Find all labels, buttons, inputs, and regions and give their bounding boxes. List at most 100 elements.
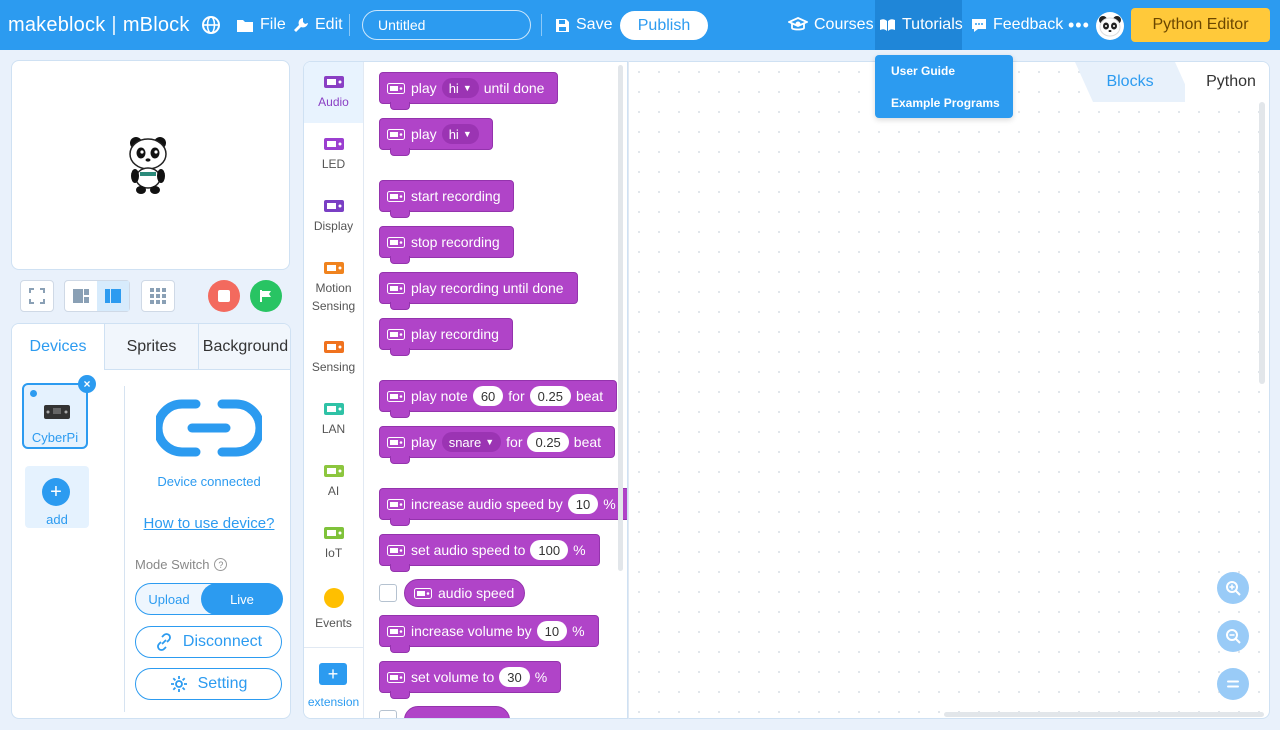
fullscreen-button[interactable] [20,280,54,312]
script-workspace[interactable]: Blocks Python [628,61,1270,719]
upload-mode-option[interactable]: Upload [136,584,202,614]
edit-menu[interactable]: Edit [293,0,343,50]
block-increase-volume[interactable]: increase volume by 10 % [379,615,599,653]
project-title-input[interactable] [362,10,531,40]
block-text: increase volume by [411,623,532,639]
tab-sprites[interactable]: Sprites [104,324,198,370]
live-mode-option[interactable]: Live [201,583,283,615]
cyberpi-block-icon [387,498,405,510]
brand-logo[interactable]: makeblock | mBlock [8,0,190,50]
user-guide-menu-item[interactable]: User Guide [891,64,955,78]
feedback-button[interactable]: Feedback [971,0,1063,50]
category-audio[interactable]: Audio [304,62,363,123]
add-device-button[interactable]: + add [25,466,89,528]
help-icon[interactable]: ? [214,558,228,571]
category-led[interactable]: LED [304,138,363,173]
green-flag-button[interactable] [250,280,282,312]
add-plus-icon: + [42,478,70,506]
file-menu[interactable]: File [236,0,286,50]
wrench-icon [294,18,308,32]
block-text: stop recording [411,234,500,250]
setting-button[interactable]: Setting [135,668,282,700]
block-play[interactable]: play hi ▼ [379,118,493,156]
grid-icon [150,288,166,304]
drum-dropdown[interactable]: snare ▼ [441,432,502,452]
block-play-recording-until-done[interactable]: play recording until done [379,272,578,310]
workspace-vertical-scrollbar[interactable] [1259,102,1265,384]
tab-background[interactable]: Background [198,324,290,370]
small-stage-button[interactable] [65,281,97,311]
block-text: set volume to [411,669,495,685]
user-avatar[interactable] [1096,12,1124,40]
tab-blocks[interactable]: Blocks [1075,62,1185,102]
disconnect-button[interactable]: Disconnect [135,626,282,658]
block-text: play note [411,388,468,404]
add-label: add [46,512,68,527]
block-increase-audio-speed[interactable]: increase audio speed by 10 % [379,488,627,526]
cyberpi-block-icon [387,190,405,202]
block-play-recording[interactable]: play recording [379,318,513,356]
normal-stage-button[interactable] [97,281,129,311]
device-link-icon [156,399,262,457]
category-sensing-label: Sensing [311,360,356,374]
sound-dropdown[interactable]: hi ▼ [441,124,479,144]
more-options-icon[interactable]: ••• [1068,0,1090,50]
category-iot[interactable]: IoT [304,527,363,562]
beat-input[interactable]: 0.25 [527,432,569,452]
audio-category-icon [323,76,344,88]
block-play-note[interactable]: play note 60 for 0.25 beat [379,380,618,418]
block-play-drum[interactable]: play snare ▼ for 0.25 beat [379,426,616,464]
tutorials-button[interactable]: Tutorials [879,0,963,50]
how-to-use-device-link[interactable]: How to use device? [136,515,282,532]
stage-canvas[interactable] [11,60,290,270]
publish-button[interactable]: Publish [620,11,708,40]
python-editor-button[interactable]: Python Editor [1131,8,1270,42]
extension-button[interactable]: + extension [304,647,363,718]
category-motion-sensing[interactable]: Motion Sensing [304,262,363,315]
volume-input[interactable]: 30 [499,667,530,687]
category-display[interactable]: Display [304,200,363,235]
reporter-audio-speed[interactable]: audio speed [404,579,526,607]
zoom-reset-button[interactable] [1217,668,1249,700]
stop-button[interactable] [208,280,240,312]
block-stop-recording[interactable]: stop recording [379,226,514,264]
zoom-out-button[interactable] [1217,620,1249,652]
category-lan[interactable]: LAN [304,403,363,438]
block-play-until-done[interactable]: play hi ▼ until done [379,72,559,110]
zoom-in-button[interactable] [1217,572,1249,604]
language-globe-icon[interactable] [201,0,221,50]
remove-device-close-icon[interactable]: × [78,375,96,393]
category-events[interactable]: Events [304,588,363,632]
panda-sprite[interactable] [127,134,171,196]
speed-increment-input[interactable]: 10 [567,494,599,514]
block-text: % [572,623,585,639]
category-sensing[interactable]: Sensing [304,341,363,376]
save-button[interactable]: Save [555,0,612,50]
tab-devices[interactable]: Devices [12,324,104,370]
chat-bubble-icon [972,18,986,32]
display-category-icon [323,200,344,212]
volume-increment-input[interactable]: 10 [536,621,568,641]
example-programs-menu-item[interactable]: Example Programs [891,96,1000,110]
volume-checkbox[interactable] [379,710,397,718]
audio-speed-checkbox[interactable] [379,584,397,602]
block-start-recording[interactable]: start recording [379,180,515,218]
block-text: play [411,126,437,142]
reporter-partial[interactable] [404,706,510,718]
cyberpi-block-icon [387,282,405,294]
category-ai[interactable]: AI [304,465,363,500]
speed-input[interactable]: 100 [530,540,569,560]
sound-dropdown[interactable]: hi ▼ [441,78,479,98]
palette-scrollbar[interactable] [618,65,623,571]
workspace-horizontal-scrollbar[interactable] [944,712,1264,717]
disconnect-label: Disconnect [182,633,263,650]
equals-icon [1227,680,1239,688]
device-card-cyberpi[interactable]: CyberPi [22,383,88,449]
grid-view-button[interactable] [141,280,175,312]
block-set-audio-speed[interactable]: set audio speed to 100 % [379,534,600,572]
courses-button[interactable]: Courses [788,0,874,50]
tab-python[interactable]: Python [1175,62,1269,102]
block-set-volume[interactable]: set volume to 30 % [379,661,562,699]
note-input[interactable]: 60 [472,386,504,406]
beat-input[interactable]: 0.25 [529,386,571,406]
